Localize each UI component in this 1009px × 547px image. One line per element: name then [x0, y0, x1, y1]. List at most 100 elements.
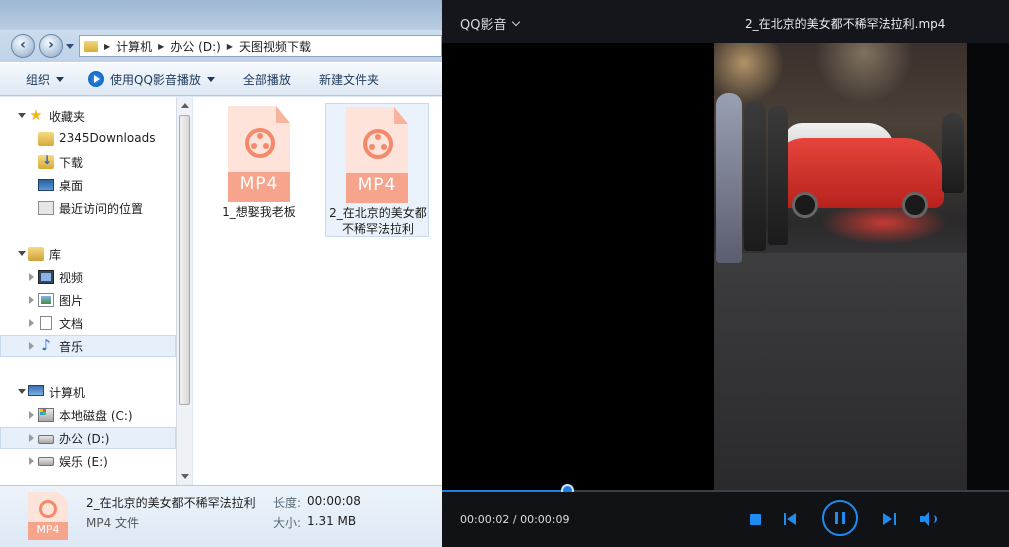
expand-icon[interactable] [29, 457, 34, 465]
person-figure [716, 93, 742, 263]
nav-label: 桌面 [59, 179, 84, 193]
breadcrumb-drive-d[interactable]: 办公 (D:) [170, 38, 220, 55]
file-name: 2_在北京的美女都不稀罕法拉利 [329, 206, 427, 236]
nav-label: 收藏夹 [49, 110, 86, 124]
nav-label: 办公 (D:) [59, 432, 110, 446]
address-bar[interactable]: ▶ 计算机 ▶ 办公 (D:) ▶ 天图视频下载 [79, 35, 442, 57]
nav-computer[interactable]: 计算机 [0, 381, 176, 403]
expand-icon[interactable] [18, 389, 26, 394]
nav-item-documents[interactable]: 文档 [0, 312, 176, 334]
music-note-icon: ♪ [41, 336, 51, 354]
video-viewport[interactable] [442, 43, 1009, 490]
video-library-icon [38, 270, 54, 284]
previous-icon[interactable] [784, 512, 798, 526]
nav-item-drive-c[interactable]: 本地磁盘 (C:) [0, 404, 176, 426]
next-icon[interactable] [882, 512, 896, 526]
chevron-down-icon [56, 76, 65, 82]
organize-label: 组织 [26, 72, 51, 87]
expand-icon[interactable] [29, 296, 34, 304]
chevron-right-icon[interactable]: ▶ [104, 42, 110, 51]
side-panel-edge [967, 43, 1009, 490]
pause-icon[interactable] [822, 500, 858, 536]
recent-places-icon [38, 201, 54, 215]
open-with-qq-player-button[interactable]: 使用QQ影音播放 [76, 63, 227, 95]
mp4-icon-label: MP4 [357, 175, 397, 195]
player-titlebar: QQ影音 2_在北京的美女都不稀罕法拉利.mp4 [442, 0, 1009, 43]
navigation-pane: ★ 收藏夹 2345Downloads 下载 桌面 最近访问的位置 库 视频 [0, 97, 176, 485]
playback-time: 00:00:02 / 00:00:09 [460, 513, 570, 526]
folder-icon [84, 40, 98, 52]
back-button[interactable]: ‹ [11, 34, 35, 58]
scroll-down-icon[interactable] [181, 474, 189, 479]
navigation-bar: ‹ › ▶ 计算机 ▶ 办公 (D:) ▶ 天图视频下载 [0, 30, 442, 62]
qq-player-icon [88, 71, 105, 87]
expand-icon[interactable] [29, 411, 34, 419]
playback-controls: 00:00:02 / 00:00:09 [442, 492, 1009, 547]
drive-icon [38, 435, 54, 444]
new-folder-button[interactable]: 新建文件夹 [303, 63, 391, 95]
expand-icon[interactable] [18, 113, 26, 118]
scroll-up-icon[interactable] [181, 103, 189, 108]
nav-item-recent-places[interactable]: 最近访问的位置 [0, 197, 176, 219]
library-icon [28, 247, 44, 261]
computer-icon [28, 385, 44, 396]
system-drive-icon [38, 408, 54, 422]
nav-label: 娱乐 (E:) [59, 455, 108, 469]
player-app-menu[interactable]: QQ影音 [460, 14, 521, 33]
nav-item-2345downloads[interactable]: 2345Downloads [0, 128, 176, 150]
nav-item-drive-e[interactable]: 娱乐 (E:) [0, 450, 176, 472]
nav-label: 图片 [59, 294, 84, 308]
detail-duration-label: 长度: [273, 496, 302, 510]
nav-label: 文档 [59, 317, 84, 331]
mp4-file-icon: MP4 [346, 107, 408, 203]
nav-item-videos[interactable]: 视频 [0, 266, 176, 288]
navigation-scrollbar[interactable] [176, 97, 192, 485]
details-pane: MP4 2_在北京的美女都不稀罕法拉利 MP4 文件 长度: 00:00:08 … [0, 485, 442, 547]
file-item-selected[interactable]: MP4 2_在北京的美女都不稀罕法拉利 [325, 103, 429, 237]
pictures-library-icon [38, 293, 54, 307]
video-frame [714, 43, 967, 490]
chevron-down-icon [206, 76, 215, 82]
organize-button[interactable]: 组织 [0, 63, 76, 95]
explorer-window: ‹ › ▶ 计算机 ▶ 办公 (D:) ▶ 天图视频下载 组织 使用QQ影音播放… [0, 0, 442, 547]
expand-icon[interactable] [18, 251, 26, 256]
player-file-title: 2_在北京的美女都不稀罕法拉利.mp4 [745, 17, 946, 31]
nav-label: 计算机 [49, 386, 86, 400]
scrollbar-thumb[interactable] [179, 115, 190, 405]
play-all-button[interactable]: 全部播放 [227, 63, 303, 95]
detail-file-name: 2_在北京的美女都不稀罕法拉利 [86, 496, 256, 510]
nav-label: 最近访问的位置 [59, 202, 144, 216]
file-item[interactable]: MP4 1_想娶我老板 [207, 103, 311, 237]
person-figure [744, 101, 766, 251]
nav-item-downloads[interactable]: 下载 [0, 151, 176, 173]
nav-item-pictures[interactable]: 图片 [0, 289, 176, 311]
nav-item-drive-d[interactable]: 办公 (D:) [0, 427, 176, 449]
expand-icon[interactable] [29, 342, 34, 350]
expand-icon[interactable] [29, 273, 34, 281]
forward-button[interactable]: › [39, 34, 63, 58]
documents-library-icon [40, 316, 52, 330]
nav-libraries[interactable]: 库 [0, 243, 176, 265]
chevron-right-icon[interactable]: ▶ [158, 42, 164, 51]
expand-icon[interactable] [29, 319, 34, 327]
nav-item-desktop[interactable]: 桌面 [0, 174, 176, 196]
expand-icon[interactable] [29, 434, 34, 442]
folder-icon [38, 132, 54, 146]
nav-label: 音乐 [59, 340, 84, 354]
nav-item-music[interactable]: ♪ 音乐 [0, 335, 176, 357]
nav-label: 2345Downloads [59, 131, 156, 145]
recent-pages-dropdown[interactable] [66, 44, 74, 49]
road-surface [714, 253, 967, 490]
explorer-titlebar [0, 0, 442, 30]
mp4-file-icon: MP4 [228, 106, 290, 202]
chevron-right-icon[interactable]: ▶ [227, 42, 233, 51]
mp4-file-icon: MP4 [28, 492, 68, 540]
breadcrumb-folder[interactable]: 天图视频下载 [239, 38, 311, 55]
stop-icon[interactable] [750, 514, 761, 525]
open-with-label: 使用QQ影音播放 [110, 72, 201, 87]
nav-favorites[interactable]: ★ 收藏夹 [0, 105, 176, 127]
detail-file-type: MP4 文件 [86, 516, 140, 530]
detail-size-value: 1.31 MB [307, 514, 357, 528]
breadcrumb-computer[interactable]: 计算机 [116, 38, 152, 55]
player-app-name: QQ影音 [460, 18, 507, 33]
